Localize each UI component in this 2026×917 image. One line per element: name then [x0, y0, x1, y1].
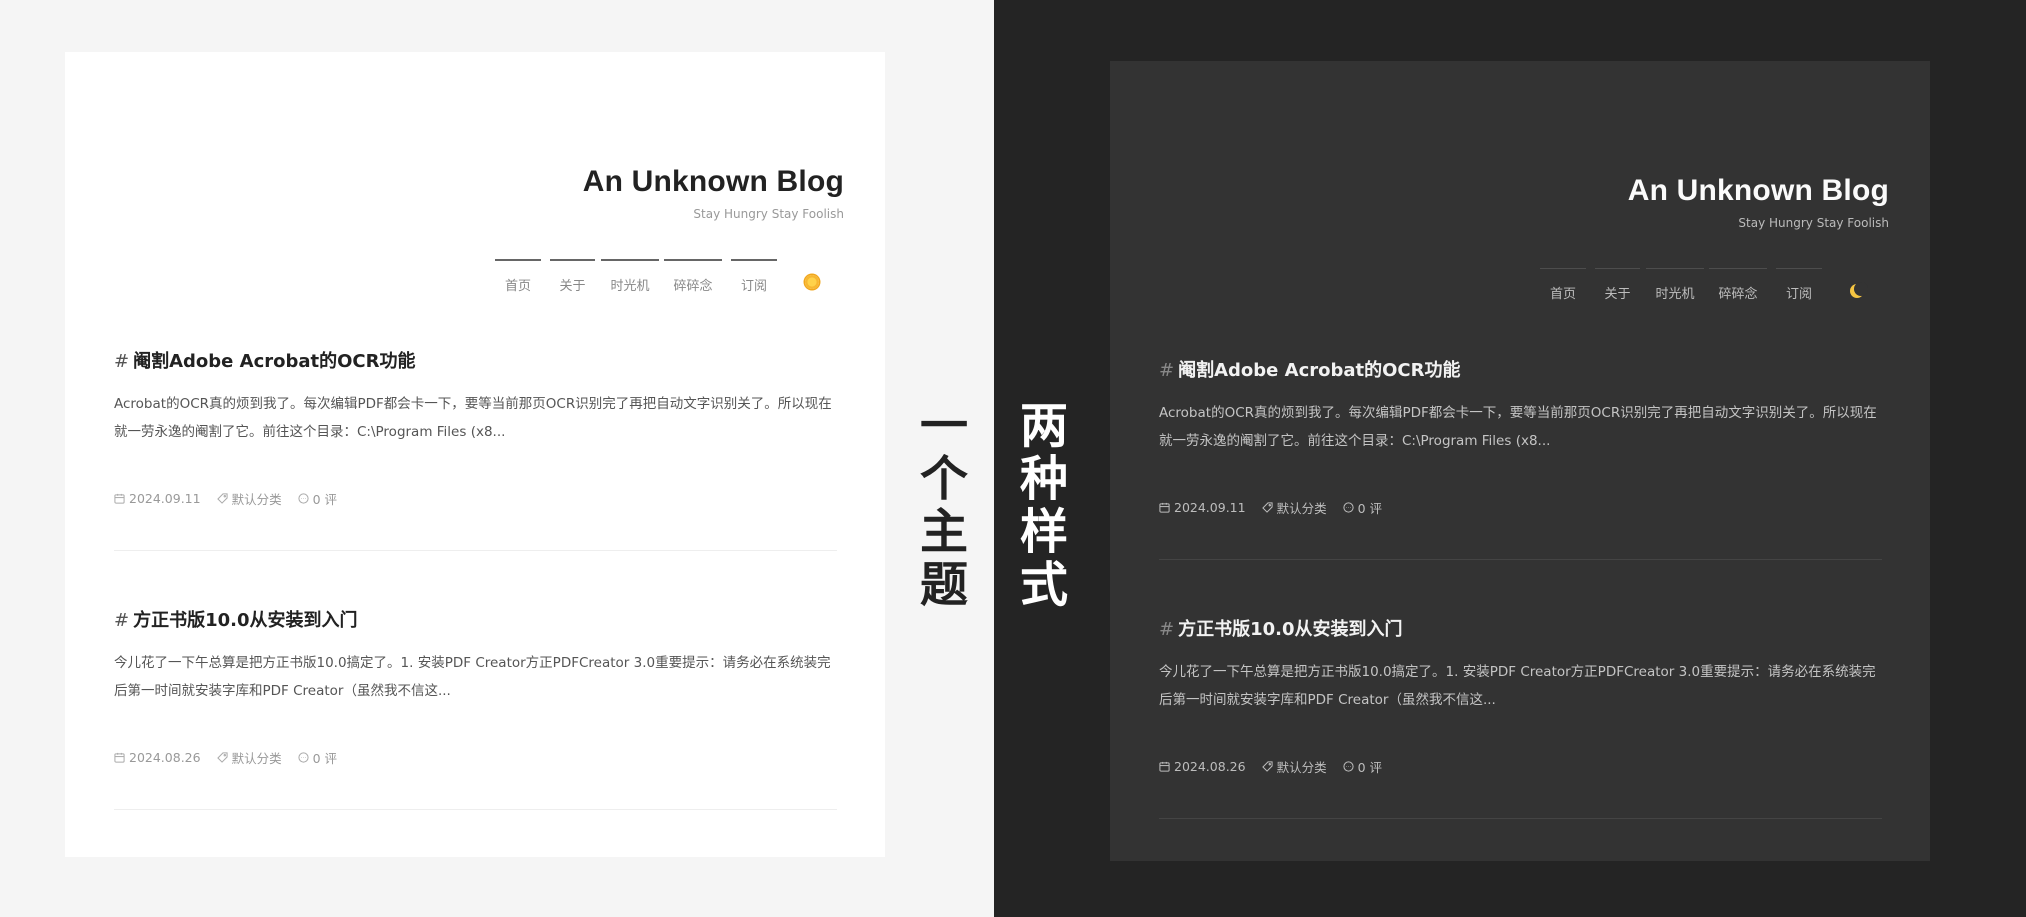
- post-category[interactable]: 默认分类: [216, 748, 282, 767]
- post-comments[interactable]: 0 评: [298, 748, 337, 767]
- caption-one-theme: 一 个 主 题: [914, 400, 974, 612]
- nav-about[interactable]: 关于: [550, 259, 595, 295]
- post-date-text: 2024.09.11: [129, 491, 201, 506]
- hash-icon: #: [1159, 360, 1175, 381]
- post-meta: 2024.08.26 默认分类 0 评: [114, 748, 837, 767]
- blog-subtitle: Stay Hungry Stay Foolish: [693, 207, 844, 221]
- nav-about[interactable]: 关于: [1595, 268, 1640, 304]
- post-category-text[interactable]: 默认分类: [232, 748, 282, 767]
- post-comments-text[interactable]: 0 评: [1358, 757, 1382, 776]
- hash-icon: #: [114, 610, 130, 631]
- nav-murmurs[interactable]: 碎碎念: [1709, 268, 1767, 304]
- calendar-icon: [114, 493, 125, 504]
- post-title-text[interactable]: 阉割Adobe Acrobat的OCR功能: [1178, 360, 1460, 381]
- tag-icon: [216, 493, 228, 504]
- nav-timemachine[interactable]: 时光机: [1646, 268, 1704, 304]
- hash-icon: #: [114, 351, 130, 372]
- post-meta: 2024.09.11 默认分类 0 评: [1159, 498, 1882, 517]
- post-comments[interactable]: 0 评: [298, 489, 337, 508]
- moon-icon: [1850, 282, 1868, 298]
- post-date-text: 2024.08.26: [1174, 759, 1246, 774]
- post-title[interactable]: # 阉割Adobe Acrobat的OCR功能: [114, 347, 837, 373]
- tag-icon: [1261, 761, 1273, 772]
- blog-title[interactable]: An Unknown Blog: [583, 165, 844, 199]
- comment-icon: [298, 752, 309, 763]
- main-nav: 首页 关于 时光机 碎碎念 订阅: [1540, 268, 1889, 308]
- post-item: # 阉割Adobe Acrobat的OCR功能 Acrobat的OCR真的烦到我了…: [1159, 356, 1882, 560]
- theme-toggle-button[interactable]: [1849, 282, 1868, 299]
- post-date-text: 2024.08.26: [129, 750, 201, 765]
- caption-char: 样: [1019, 504, 1068, 560]
- nav-timemachine[interactable]: 时光机: [601, 259, 659, 295]
- post-category-text[interactable]: 默认分类: [1277, 757, 1327, 776]
- post-date: 2024.09.11: [1159, 500, 1246, 515]
- post-meta: 2024.09.11 默认分类 0 评: [114, 489, 837, 508]
- post-category-text[interactable]: 默认分类: [1277, 498, 1327, 517]
- comment-icon: [298, 493, 309, 504]
- post-category[interactable]: 默认分类: [1261, 498, 1327, 517]
- caption-char: 主: [919, 504, 968, 560]
- post-excerpt: Acrobat的OCR真的烦到我了。每次编辑PDF都会卡一下，要等当前那页OCR…: [114, 396, 832, 440]
- blog-title[interactable]: An Unknown Blog: [1628, 174, 1889, 208]
- post-category[interactable]: 默认分类: [216, 489, 282, 508]
- post-date: 2024.09.11: [114, 491, 201, 506]
- post-excerpt: 今儿花了一下午总算是把方正书版10.0搞定了。1. 安装PDF Creator方…: [114, 655, 831, 699]
- caption-char: 两: [1019, 398, 1068, 454]
- comment-icon: [1343, 502, 1354, 513]
- post-category-text[interactable]: 默认分类: [232, 489, 282, 508]
- post-excerpt: 今儿花了一下午总算是把方正书版10.0搞定了。1. 安装PDF Creator方…: [1159, 664, 1876, 708]
- post-excerpt: Acrobat的OCR真的烦到我了。每次编辑PDF都会卡一下，要等当前那页OCR…: [1159, 405, 1877, 449]
- nav-home[interactable]: 首页: [1540, 268, 1586, 304]
- post-category[interactable]: 默认分类: [1261, 757, 1327, 776]
- nav-subscribe[interactable]: 订阅: [731, 259, 777, 295]
- blog-header: An Unknown Blog Stay Hungry Stay Foolish: [1628, 174, 1889, 230]
- main-nav: 首页 关于 时光机 碎碎念 订阅: [495, 259, 844, 299]
- post-comments-text[interactable]: 0 评: [313, 748, 337, 767]
- caption-char: 个: [919, 451, 968, 507]
- post-item: # 方正书版10.0从安装到入门 今儿花了一下午总算是把方正书版10.0搞定了。1…: [114, 606, 837, 810]
- post-divider: [1159, 818, 1882, 819]
- post-date: 2024.08.26: [1159, 759, 1246, 774]
- post-title[interactable]: # 方正书版10.0从安装到入门: [114, 606, 837, 632]
- tag-icon: [216, 752, 228, 763]
- post-title-text[interactable]: 方正书版10.0从安装到入门: [1178, 619, 1402, 640]
- post-divider: [1159, 559, 1882, 560]
- nav-murmurs[interactable]: 碎碎念: [664, 259, 722, 295]
- post-divider: [114, 550, 837, 551]
- post-title-text[interactable]: 方正书版10.0从安装到入门: [133, 610, 357, 631]
- post-date-text: 2024.09.11: [1174, 500, 1246, 515]
- caption-char: 一: [919, 398, 968, 454]
- nav-subscribe[interactable]: 订阅: [1776, 268, 1822, 304]
- post-divider: [114, 809, 837, 810]
- post-comments-text[interactable]: 0 评: [313, 489, 337, 508]
- dark-theme-preview: An Unknown Blog Stay Hungry Stay Foolish…: [1110, 61, 1930, 861]
- post-title[interactable]: # 阉割Adobe Acrobat的OCR功能: [1159, 356, 1882, 382]
- post-comments-text[interactable]: 0 评: [1358, 498, 1382, 517]
- caption-char: 种: [1019, 451, 1068, 507]
- post-title-text[interactable]: 阉割Adobe Acrobat的OCR功能: [133, 351, 415, 372]
- theme-toggle-button[interactable]: [804, 274, 820, 290]
- caption-char: 式: [1019, 557, 1068, 613]
- calendar-icon: [1159, 502, 1170, 513]
- calendar-icon: [1159, 761, 1170, 772]
- light-theme-preview: An Unknown Blog Stay Hungry Stay Foolish…: [65, 52, 885, 857]
- post-item: # 方正书版10.0从安装到入门 今儿花了一下午总算是把方正书版10.0搞定了。1…: [1159, 615, 1882, 819]
- caption-char: 题: [919, 557, 968, 613]
- post-comments[interactable]: 0 评: [1343, 757, 1382, 776]
- sun-icon: [805, 275, 819, 289]
- tag-icon: [1261, 502, 1273, 513]
- calendar-icon: [114, 752, 125, 763]
- post-item: # 阉割Adobe Acrobat的OCR功能 Acrobat的OCR真的烦到我了…: [114, 347, 837, 551]
- caption-two-styles: 两 种 样 式: [1014, 400, 1074, 612]
- comment-icon: [1343, 761, 1354, 772]
- blog-header: An Unknown Blog Stay Hungry Stay Foolish: [583, 165, 844, 221]
- blog-subtitle: Stay Hungry Stay Foolish: [1738, 216, 1889, 230]
- post-comments[interactable]: 0 评: [1343, 498, 1382, 517]
- hash-icon: #: [1159, 619, 1175, 640]
- nav-home[interactable]: 首页: [495, 259, 541, 295]
- post-meta: 2024.08.26 默认分类 0 评: [1159, 757, 1882, 776]
- post-date: 2024.08.26: [114, 750, 201, 765]
- post-title[interactable]: # 方正书版10.0从安装到入门: [1159, 615, 1882, 641]
